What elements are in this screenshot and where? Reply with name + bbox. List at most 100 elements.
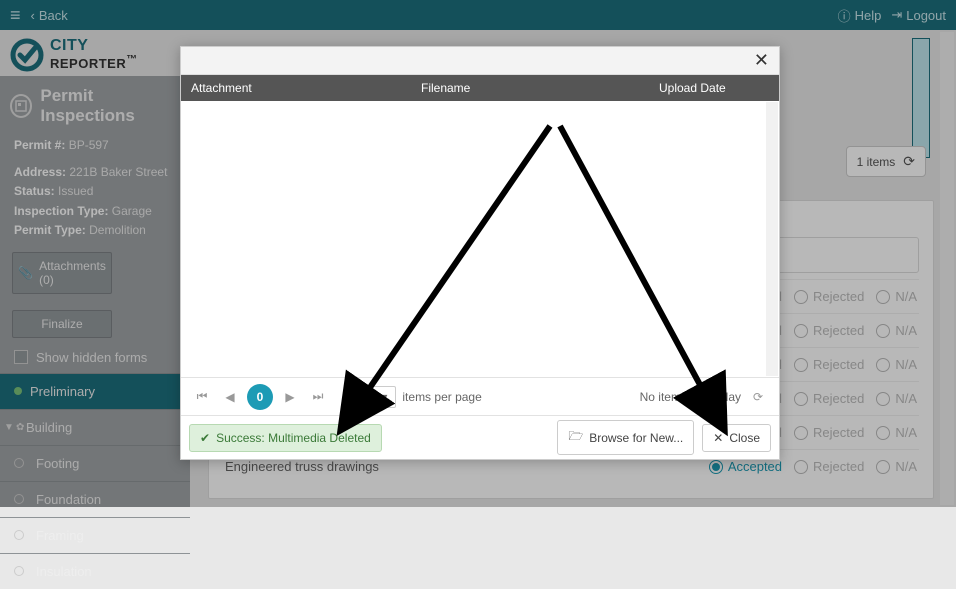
pager-last-icon[interactable]: ⏭ — [307, 386, 329, 408]
insp-type-value: Garage — [112, 204, 152, 218]
close-label: Close — [729, 431, 760, 445]
ring-icon — [14, 494, 24, 504]
back-button[interactable]: ‹ Back — [31, 8, 68, 23]
attachment-icon: 📎 — [18, 266, 33, 280]
opt-na[interactable]: N/A — [876, 391, 917, 406]
sidebar: CITY REPORTER™ Permit Inspections Permit… — [0, 30, 190, 507]
logout-icon: ⇥ — [891, 7, 902, 23]
success-text: Success: Multimedia Deleted — [216, 431, 371, 445]
logo-icon — [10, 38, 44, 72]
close-button[interactable]: ✕ Close — [702, 424, 771, 452]
logout-button[interactable]: ⇥ Logout — [891, 7, 946, 23]
brand-reporter: REPORTER — [50, 56, 126, 71]
permit-info: Permit #: BP-597 Address: 221B Baker Str… — [0, 134, 190, 248]
opt-na[interactable]: N/A — [876, 323, 917, 338]
nav-preliminary[interactable]: Preliminary — [0, 373, 190, 409]
page-size-select[interactable]: 10 ▾ — [349, 386, 396, 408]
attachments-label: Attachments (0) — [39, 259, 106, 287]
modal-footer: ✔ Success: Multimedia Deleted 🗁 Browse f… — [181, 415, 779, 459]
opt-rejected[interactable]: Rejected — [794, 391, 864, 406]
topbar: ≡ ‹ Back ⓘ Help ⇥ Logout — [0, 0, 956, 30]
col-attachment[interactable]: Attachment — [181, 75, 411, 101]
permit-label: Permit #: — [14, 138, 65, 152]
pager-first-icon[interactable]: ⏮ — [191, 386, 213, 408]
refresh-icon[interactable]: ⟳ — [747, 386, 769, 408]
ring-icon — [14, 566, 24, 576]
check-icon: ✔ — [200, 431, 210, 445]
help-label: Help — [855, 8, 882, 23]
browse-button[interactable]: 🗁 Browse for New... — [557, 420, 694, 455]
items-count-pill: 1 items ⟳ — [846, 146, 926, 177]
status-label: Status: — [14, 184, 55, 198]
modal-header: ✕ — [181, 47, 779, 75]
help-icon: ⓘ — [838, 6, 851, 25]
ring-icon — [14, 530, 24, 540]
nav-building[interactable]: ▼ ✿ Building — [0, 409, 190, 445]
insp-type-label: Inspection Type: — [14, 204, 108, 218]
nav-building-label: Building — [26, 420, 72, 435]
nav-footing[interactable]: Footing — [0, 445, 190, 481]
folder-icon: 🗁 — [568, 427, 583, 448]
col-upload-date[interactable]: Upload Date — [649, 75, 779, 101]
pager: ⏮ ◀ 0 ▶ ⏭ 10 ▾ items per page No items t… — [181, 377, 779, 415]
content-stub — [912, 38, 930, 158]
table-header: Attachment Filename Upload Date — [181, 75, 779, 101]
success-toast: ✔ Success: Multimedia Deleted — [189, 424, 382, 452]
permit-type-value: Demolition — [89, 223, 146, 237]
attachments-button[interactable]: 📎 Attachments (0) — [12, 252, 112, 294]
page-size-value: 10 — [358, 390, 371, 404]
items-per-page-label: items per page — [402, 390, 481, 404]
help-button[interactable]: ⓘ Help — [838, 6, 882, 25]
finalize-button[interactable]: Finalize — [12, 310, 112, 338]
logout-label: Logout — [906, 8, 946, 23]
nav-foundation[interactable]: Foundation — [0, 481, 190, 517]
opt-rejected[interactable]: Rejected — [794, 357, 864, 372]
close-icon: ✕ — [713, 431, 723, 445]
opt-na[interactable]: N/A — [876, 289, 917, 304]
nav-framing[interactable]: Framing — [0, 517, 190, 553]
pager-prev-icon[interactable]: ◀ — [219, 386, 241, 408]
page-scrollbar[interactable] — [940, 32, 954, 505]
items-count-text: 1 items — [857, 155, 896, 169]
permit-value: BP-597 — [69, 138, 109, 152]
opt-rejected[interactable]: Rejected — [794, 425, 864, 440]
brand-tm: ™ — [126, 54, 137, 66]
table-scrollbar[interactable] — [766, 102, 778, 376]
show-hidden-label: Show hidden forms — [36, 350, 147, 365]
opt-na[interactable]: N/A — [876, 459, 917, 474]
opt-rejected[interactable]: Rejected — [794, 323, 864, 338]
nav-footing-label: Footing — [36, 456, 79, 471]
brand-city: CITY — [50, 37, 88, 54]
row-label: Engineered truss drawings — [225, 459, 695, 474]
pager-current[interactable]: 0 — [247, 384, 273, 410]
nav-foundation-label: Foundation — [36, 492, 101, 507]
opt-rejected[interactable]: Rejected — [794, 289, 864, 304]
address-label: Address: — [14, 165, 66, 179]
address-value: 221B Baker Street — [69, 165, 167, 179]
modal-close-icon[interactable]: ✕ — [754, 50, 769, 71]
col-filename[interactable]: Filename — [411, 75, 649, 101]
permit-type-label: Permit Type: — [14, 223, 86, 237]
reload-icon[interactable]: ⟳ — [903, 153, 915, 170]
menu-icon[interactable]: ≡ — [10, 5, 21, 26]
section-icon — [10, 94, 32, 118]
show-hidden-checkbox[interactable] — [14, 350, 28, 364]
pager-next-icon[interactable]: ▶ — [279, 386, 301, 408]
caret-down-icon: ▼ — [4, 422, 14, 433]
opt-accepted[interactable]: Accepted — [709, 459, 782, 474]
status-dot-icon — [14, 387, 22, 395]
section-title-text: Permit Inspections — [40, 86, 180, 126]
show-hidden-row[interactable]: Show hidden forms — [0, 342, 190, 373]
nav-insulation-label: Insulation — [36, 564, 92, 579]
nav-insulation[interactable]: Insulation — [0, 553, 190, 589]
no-items-label: No items to display — [640, 390, 741, 404]
chevron-down-icon: ▾ — [381, 390, 387, 404]
back-label: Back — [39, 8, 68, 23]
opt-na[interactable]: N/A — [876, 425, 917, 440]
status-value: Issued — [58, 184, 93, 198]
nav-framing-label: Framing — [36, 528, 84, 543]
attachments-modal: ✕ Attachment Filename Upload Date ⏮ ◀ 0 … — [180, 46, 780, 460]
opt-rejected[interactable]: Rejected — [794, 459, 864, 474]
nav-preliminary-label: Preliminary — [30, 384, 95, 399]
opt-na[interactable]: N/A — [876, 357, 917, 372]
